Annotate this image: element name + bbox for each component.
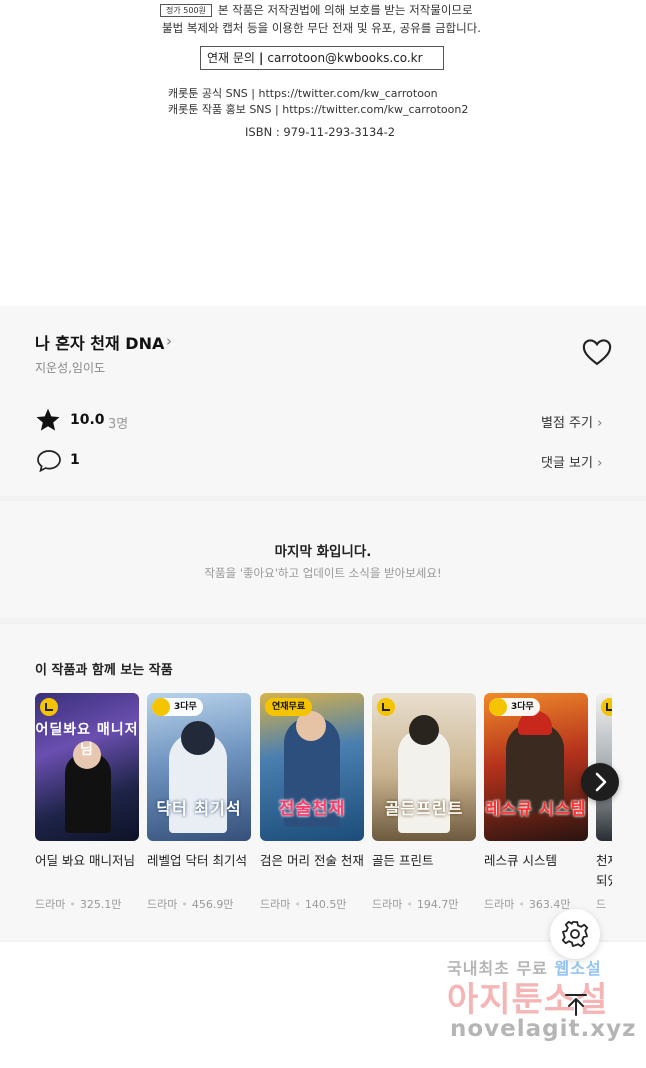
card-views: 140.5만 bbox=[304, 898, 347, 911]
card-meta: 드라마 • 194.7만 bbox=[372, 898, 459, 911]
price-box: 정가 500원 bbox=[160, 4, 212, 17]
cover-title: 닥터 최기석 bbox=[156, 799, 242, 818]
card-genre: 드라마 bbox=[372, 898, 403, 911]
chevron-right-icon bbox=[595, 772, 607, 792]
heart-outline-icon[interactable] bbox=[582, 338, 612, 366]
card-title: 골든 프린트 bbox=[372, 853, 434, 868]
recommendation-card[interactable]: 레스큐 시스템 3다무 레스큐 시스템 드라마 • 363.4만 bbox=[484, 693, 588, 923]
last-episode-title: 마지막 화입니다. bbox=[274, 544, 372, 560]
copyright-block: 정가 500원 본 작품은 저작권법에 의해 보호를 받는 저작물이므로 불법 복… bbox=[0, 0, 646, 306]
card-title: 어딜 봐요 매니저님 bbox=[35, 853, 135, 868]
card-genre: 드라마 bbox=[147, 898, 178, 911]
work-authors[interactable]: 지운성,임이도 bbox=[35, 359, 105, 376]
cover-image[interactable]: 전술천재 연재무료 bbox=[260, 693, 364, 841]
clock-badge-icon bbox=[377, 698, 395, 716]
card-genre: 드라마 bbox=[260, 898, 291, 911]
copyright-line-2: 불법 복제와 캡처 등을 이용한 무단 전재 및 유포, 공유를 금합니다. bbox=[162, 21, 481, 35]
cover-title: 레스큐 시스템 bbox=[485, 799, 587, 818]
card-meta: 드라마 • 325.1만 bbox=[35, 898, 122, 911]
rating-score: 10.0 bbox=[70, 412, 105, 428]
cover-image[interactable]: 닥터 최기석 3다무 bbox=[147, 693, 251, 841]
badge-label: 3다무 bbox=[174, 702, 197, 712]
settings-button[interactable] bbox=[550, 909, 600, 959]
card-meta: 드라마 • 456.9만 bbox=[147, 898, 234, 911]
comment-count: 1 bbox=[70, 452, 80, 468]
card-genre: 드라마 bbox=[484, 898, 515, 911]
rate-button[interactable]: 별점 주기 › bbox=[541, 412, 602, 431]
comments-button-label: 댓글 보기 bbox=[541, 456, 593, 471]
card-title: 검은 머리 전술 천재 bbox=[260, 853, 364, 868]
speech-bubble-icon bbox=[37, 450, 61, 473]
clock-badge-icon bbox=[152, 698, 170, 716]
card-title: 레벨업 닥터 최기석 bbox=[147, 853, 247, 868]
comments-button[interactable]: 댓글 보기 › bbox=[541, 452, 602, 471]
recommendation-card[interactable]: 골든프린트 골든 프린트 드라마 • 194.7만 bbox=[372, 693, 476, 923]
contact-label: 연재 문의 bbox=[207, 51, 255, 65]
gear-icon bbox=[561, 920, 589, 948]
carousel-next-button[interactable] bbox=[581, 763, 619, 801]
rating-count: 3명 bbox=[108, 417, 129, 432]
card-views: 325.1만 bbox=[79, 898, 122, 911]
chevron-right-icon[interactable]: › bbox=[166, 332, 172, 350]
isbn-text: ISBN : 979-11-293-3134-2 bbox=[245, 125, 396, 139]
star-filled-icon bbox=[36, 408, 60, 431]
scroll-top-button[interactable] bbox=[557, 985, 595, 1023]
free-badge: 3다무 bbox=[489, 698, 540, 716]
card-meta: 드라마 • 140.5만 bbox=[260, 898, 347, 911]
clock-badge-icon bbox=[489, 698, 507, 716]
cover-title: 어딜봐요 매니저님 bbox=[35, 722, 139, 758]
cover-image[interactable]: 어딜봐요 매니저님 bbox=[35, 693, 139, 841]
contact-divider: | bbox=[258, 51, 264, 65]
clock-badge-icon bbox=[601, 698, 612, 716]
card-views: 456.9만 bbox=[191, 898, 234, 911]
free-badge: 연재무료 bbox=[265, 698, 313, 716]
badge-label: 3다무 bbox=[511, 702, 534, 712]
recommendation-card-clip: 천재 되었 드 bbox=[596, 693, 612, 923]
watermark-line-3: novelagit.xyz bbox=[450, 1016, 637, 1042]
rate-button-label: 별점 주기 bbox=[541, 416, 593, 431]
clock-badge-icon bbox=[40, 698, 58, 716]
copyright-line-1: 정가 500원 본 작품은 저작권법에 의해 보호를 받는 저작물이므로 bbox=[160, 2, 473, 18]
sns-official-link[interactable]: 캐롯툰 공식 SNS | https://twitter.com/kw_carr… bbox=[168, 85, 438, 101]
cover-title: 골든프린트 bbox=[384, 799, 464, 818]
recommendation-card[interactable]: 닥터 최기석 3다무 레벨업 닥터 최기석 드라마 • 456.9만 bbox=[147, 693, 251, 923]
work-title[interactable]: 나 혼자 천재 DNA bbox=[35, 330, 164, 354]
recommendation-card[interactable]: 천재 되었 드 bbox=[596, 693, 612, 923]
card-genre: 드라마 bbox=[35, 898, 66, 911]
card-views: 194.7만 bbox=[416, 898, 459, 911]
recommendation-card[interactable]: 전술천재 연재무료 검은 머리 전술 천재 드라마 • 140.5만 bbox=[260, 693, 364, 923]
chevron-right-icon: › bbox=[597, 416, 603, 431]
last-episode-subtitle: 작품을 '좋아요'하고 업데이트 소식을 받아보세요! bbox=[204, 566, 442, 580]
recommendations-title: 이 작품과 함께 보는 작품 bbox=[35, 663, 173, 678]
card-title: 천재 되었 bbox=[596, 853, 612, 888]
cover-image[interactable]: 골든프린트 bbox=[372, 693, 476, 841]
card-title: 레스큐 시스템 bbox=[484, 853, 557, 868]
sns-promo-link[interactable]: 캐롯툰 작품 홍보 SNS | https://twitter.com/kw_c… bbox=[168, 101, 468, 117]
copyright-text-1: 본 작품은 저작권법에 의해 보호를 받는 저작물이므로 bbox=[217, 3, 473, 17]
contact-email[interactable]: carrotoon@kwbooks.co.kr bbox=[267, 51, 422, 65]
chevron-right-icon: › bbox=[597, 456, 603, 471]
recommendation-card[interactable]: 어딜봐요 매니저님 어딜 봐요 매니저님 드라마 • 325.1만 bbox=[35, 693, 139, 923]
cover-image[interactable]: 레스큐 시스템 3다무 bbox=[484, 693, 588, 841]
free-badge: 3다무 bbox=[152, 698, 203, 716]
cover-title: 전술천재 bbox=[278, 799, 346, 819]
arrow-up-icon bbox=[565, 994, 587, 1016]
contact-box: 연재 문의 | carrotoon@kwbooks.co.kr bbox=[200, 46, 444, 70]
